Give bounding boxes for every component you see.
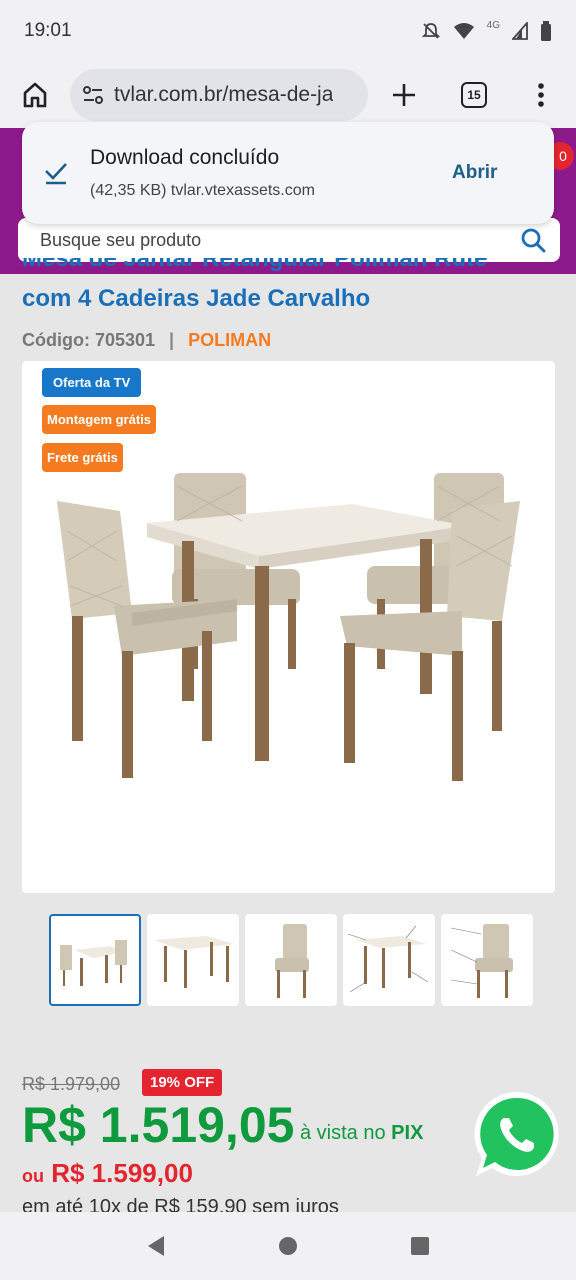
dnd-off-icon bbox=[421, 23, 440, 39]
thumbnail-strip bbox=[49, 914, 533, 1006]
more-vert-icon bbox=[538, 83, 544, 107]
dining-set-image bbox=[57, 473, 520, 781]
product-meta: Código: 705301 | POLIMAN bbox=[22, 330, 271, 351]
status-icons: 4G bbox=[421, 19, 552, 41]
tabs-button[interactable]: 15 bbox=[440, 62, 508, 128]
address-bar[interactable]: tvlar.com.br/mesa-de-ja bbox=[70, 69, 368, 121]
status-bar: 19:01 4G bbox=[0, 0, 576, 62]
status-time: 19:01 bbox=[24, 20, 72, 41]
wifi-icon bbox=[453, 23, 474, 39]
battery-icon bbox=[541, 21, 551, 41]
search-input[interactable]: Busque seu produto bbox=[18, 218, 560, 262]
browser-toolbar: tvlar.com.br/mesa-de-ja 15 bbox=[0, 62, 576, 128]
open-download-button[interactable]: Abrir bbox=[444, 162, 554, 184]
tabs-icon: 15 bbox=[461, 82, 487, 108]
toast-title: Download concluído bbox=[90, 146, 280, 169]
site-settings-icon[interactable] bbox=[82, 85, 104, 105]
system-nav-bar bbox=[0, 1212, 576, 1280]
thumbnail-3[interactable] bbox=[245, 914, 337, 1006]
discount-badge: 19% OFF bbox=[142, 1069, 223, 1096]
old-price: R$ 1.979,00 bbox=[22, 1074, 121, 1094]
meta-separator: | bbox=[169, 330, 175, 350]
product-code: Código: 705301 bbox=[22, 330, 156, 350]
plus-icon bbox=[393, 84, 415, 106]
card-price: ou R$ 1.599,00 bbox=[22, 1158, 193, 1189]
download-toast: Download concluído (42,35 KB) tvlar.vtex… bbox=[22, 122, 554, 224]
home-button[interactable] bbox=[0, 62, 70, 128]
search-icon[interactable] bbox=[520, 227, 546, 253]
brand-link[interactable]: POLIMAN bbox=[188, 330, 271, 351]
alt-price-prefix: ou bbox=[22, 1166, 44, 1186]
download-complete-icon bbox=[22, 160, 90, 186]
home-icon bbox=[23, 82, 47, 108]
alt-price-value: R$ 1.599,00 bbox=[51, 1158, 193, 1188]
badge-tv-offer: Oferta da TV bbox=[42, 368, 142, 397]
more-menu-button[interactable] bbox=[508, 62, 574, 128]
pix-suffix-text: à vista no bbox=[300, 1122, 386, 1144]
product-title-line1: Mesa de Jantar Retangular Poliman Rute bbox=[22, 258, 488, 272]
product-title: Mesa de Jantar Retangular Poliman Rute c… bbox=[22, 258, 562, 314]
back-icon[interactable] bbox=[146, 1235, 166, 1257]
product-image[interactable]: Oferta da TV Montagem grátis Frete gráti… bbox=[22, 361, 555, 893]
search-placeholder: Busque seu produto bbox=[40, 229, 202, 250]
toast-subtitle: (42,35 KB) tvlar.vtexassets.com bbox=[90, 182, 315, 199]
whatsapp-icon bbox=[474, 1091, 559, 1176]
installments-text: em até 10x de R$ 159,90 sem juros bbox=[22, 1196, 339, 1212]
thumbnail-1[interactable] bbox=[49, 914, 141, 1006]
thumbnail-2[interactable] bbox=[147, 914, 239, 1006]
pix-price: R$ 1.519,05 bbox=[22, 1097, 295, 1153]
badge-free-shipping: Frete grátis bbox=[42, 443, 123, 472]
home-nav-icon[interactable] bbox=[278, 1236, 298, 1256]
pix-suffix: à vista no PIX bbox=[300, 1122, 423, 1145]
signal-icon bbox=[512, 22, 528, 40]
whatsapp-button[interactable] bbox=[470, 1088, 564, 1182]
thumbnail-4[interactable] bbox=[343, 914, 435, 1006]
network-label: 4G bbox=[486, 19, 500, 31]
thumbnail-5[interactable] bbox=[441, 914, 533, 1006]
badge-free-assembly: Montagem grátis bbox=[42, 405, 157, 434]
pix-method: PIX bbox=[391, 1122, 424, 1144]
product-title-line2: com 4 Cadeiras Jade Carvalho bbox=[22, 285, 371, 312]
recents-icon[interactable] bbox=[410, 1236, 430, 1256]
new-tab-button[interactable] bbox=[368, 62, 440, 128]
url-text[interactable]: tvlar.com.br/mesa-de-ja bbox=[114, 83, 333, 107]
